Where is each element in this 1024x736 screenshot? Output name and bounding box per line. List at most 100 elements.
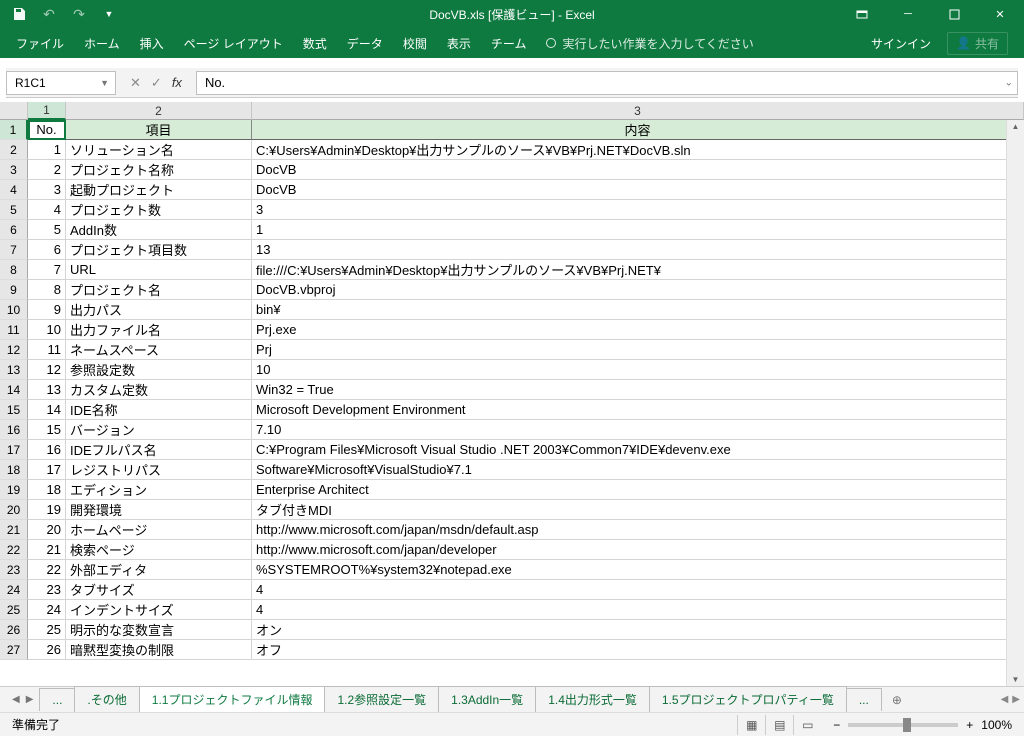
cell-key[interactable]: 暗黙型変換の制限 — [66, 640, 252, 660]
zoom-slider[interactable] — [848, 723, 958, 727]
zoom-out-button[interactable]: − — [833, 718, 840, 732]
hscroll-right-icon[interactable]: ▶ — [1012, 694, 1020, 705]
cell-key[interactable]: URL — [66, 260, 252, 280]
cell-value[interactable]: 4 — [252, 580, 1024, 600]
cell-key[interactable]: ホームページ — [66, 520, 252, 540]
tab-nav-next-icon[interactable]: ▶ — [26, 694, 34, 705]
cell-key[interactable]: 参照設定数 — [66, 360, 252, 380]
cell-no[interactable]: 17 — [28, 460, 66, 480]
share-button[interactable]: 👤共有 — [947, 32, 1008, 55]
col-header-3[interactable]: 3 — [252, 102, 1024, 120]
sign-in-link[interactable]: サインイン — [871, 35, 931, 52]
cell-value[interactable]: DocVB — [252, 160, 1024, 180]
new-sheet-button[interactable]: ⊕ — [887, 693, 907, 707]
sheet-tab[interactable]: .その他 — [74, 686, 139, 713]
cell-key[interactable]: バージョン — [66, 420, 252, 440]
cell-value[interactable]: file:///C:¥Users¥Admin¥Desktop¥出力サンプルのソー… — [252, 260, 1024, 280]
row-header[interactable]: 12 — [0, 340, 28, 360]
row-header[interactable]: 23 — [0, 560, 28, 580]
tab-home[interactable]: ホーム — [84, 35, 120, 52]
formula-input[interactable]: No.⌄ — [196, 71, 1018, 95]
cell-key[interactable]: レジストリパス — [66, 460, 252, 480]
sheet-tab-nav[interactable]: ◀▶ — [6, 694, 39, 705]
cell-no[interactable]: 12 — [28, 360, 66, 380]
cell-value[interactable]: C:¥Users¥Admin¥Desktop¥出力サンプルのソース¥VB¥Prj… — [252, 140, 1024, 160]
cell-key[interactable]: 起動プロジェクト — [66, 180, 252, 200]
row-header[interactable]: 18 — [0, 460, 28, 480]
cell-key[interactable]: プロジェクト名称 — [66, 160, 252, 180]
cell-value[interactable]: オフ — [252, 640, 1024, 660]
cell-no[interactable]: 1 — [28, 140, 66, 160]
cell-no[interactable]: 23 — [28, 580, 66, 600]
page-break-view-icon[interactable]: ▭ — [793, 715, 821, 735]
cell-value[interactable]: Prj — [252, 340, 1024, 360]
chevron-down-icon[interactable]: ▼ — [100, 78, 109, 88]
tab-data[interactable]: データ — [347, 35, 383, 52]
cell-no[interactable]: 19 — [28, 500, 66, 520]
redo-icon[interactable]: ↷ — [70, 5, 88, 23]
cell-key[interactable]: 明示的な変数宣言 — [66, 620, 252, 640]
cell-value[interactable]: bin¥ — [252, 300, 1024, 320]
cell-value[interactable]: Prj.exe — [252, 320, 1024, 340]
tab-review[interactable]: 校閲 — [403, 35, 427, 52]
cell-key[interactable]: ソリューション名 — [66, 140, 252, 160]
cell-value[interactable]: http://www.microsoft.com/japan/msdn/defa… — [252, 520, 1024, 540]
row-header[interactable]: 16 — [0, 420, 28, 440]
cell-key[interactable]: 検索ページ — [66, 540, 252, 560]
cell-key[interactable]: プロジェクト項目数 — [66, 240, 252, 260]
cell-value[interactable]: 1 — [252, 220, 1024, 240]
cell-no[interactable]: 5 — [28, 220, 66, 240]
select-all-triangle[interactable] — [0, 102, 28, 120]
cell-no[interactable]: 20 — [28, 520, 66, 540]
row-header[interactable]: 27 — [0, 640, 28, 660]
cell-no[interactable]: 13 — [28, 380, 66, 400]
cell-key[interactable]: 出力ファイル名 — [66, 320, 252, 340]
row-header[interactable]: 14 — [0, 380, 28, 400]
save-icon[interactable] — [10, 5, 28, 23]
sheet-tab-ellipsis[interactable]: ... — [39, 688, 75, 711]
cell-key[interactable]: 外部エディタ — [66, 560, 252, 580]
cell-value[interactable]: DocVB — [252, 180, 1024, 200]
cell-value[interactable]: 10 — [252, 360, 1024, 380]
expand-formula-bar-icon[interactable]: ⌄ — [1005, 77, 1013, 88]
close-button[interactable]: ✕ — [978, 0, 1022, 28]
tab-insert[interactable]: 挿入 — [140, 35, 164, 52]
cell-no[interactable]: 14 — [28, 400, 66, 420]
cell-no[interactable]: 2 — [28, 160, 66, 180]
cell-no[interactable]: 26 — [28, 640, 66, 660]
qat-dropdown-icon[interactable]: ▼ — [100, 5, 118, 23]
cell-no[interactable]: 24 — [28, 600, 66, 620]
tab-formulas[interactable]: 数式 — [303, 35, 327, 52]
cell-key[interactable]: 開発環境 — [66, 500, 252, 520]
tab-file[interactable]: ファイル — [16, 35, 64, 52]
tell-me-search[interactable]: 実行したい作業を入力してください — [546, 35, 753, 52]
row-header[interactable]: 5 — [0, 200, 28, 220]
cell-value[interactable]: http://www.microsoft.com/japan/developer — [252, 540, 1024, 560]
cell-no[interactable]: 10 — [28, 320, 66, 340]
cell-value[interactable]: 4 — [252, 600, 1024, 620]
sheet-tab-ellipsis-right[interactable]: ... — [846, 688, 882, 711]
cell-value[interactable]: タブ付きMDI — [252, 500, 1024, 520]
zoom-level[interactable]: 100% — [981, 718, 1012, 732]
cell-no[interactable]: 21 — [28, 540, 66, 560]
row-header[interactable]: 22 — [0, 540, 28, 560]
cell-no[interactable]: 7 — [28, 260, 66, 280]
cell-key[interactable]: 出力パス — [66, 300, 252, 320]
cell-no[interactable]: 11 — [28, 340, 66, 360]
row-header[interactable]: 8 — [0, 260, 28, 280]
row-header[interactable]: 4 — [0, 180, 28, 200]
tabs-hscroll[interactable]: ◀▶ — [1001, 694, 1020, 705]
sheet-tab[interactable]: 1.5プロジェクトプロパティ一覧 — [649, 686, 847, 713]
cell-no[interactable]: 9 — [28, 300, 66, 320]
row-header[interactable]: 1 — [0, 120, 28, 140]
sheet-tab[interactable]: 1.2参照設定一覧 — [324, 686, 439, 713]
cell-no[interactable]: 6 — [28, 240, 66, 260]
cancel-formula-icon[interactable]: ✕ — [130, 75, 141, 91]
cell-value[interactable]: DocVB.vbproj — [252, 280, 1024, 300]
cell-key[interactable]: エディション — [66, 480, 252, 500]
tab-pagelayout[interactable]: ページ レイアウト — [184, 35, 283, 52]
cell-key[interactable]: IDE名称 — [66, 400, 252, 420]
cell-value[interactable]: 3 — [252, 200, 1024, 220]
cell-key[interactable]: AddIn数 — [66, 220, 252, 240]
header-no[interactable]: No. — [28, 120, 66, 140]
